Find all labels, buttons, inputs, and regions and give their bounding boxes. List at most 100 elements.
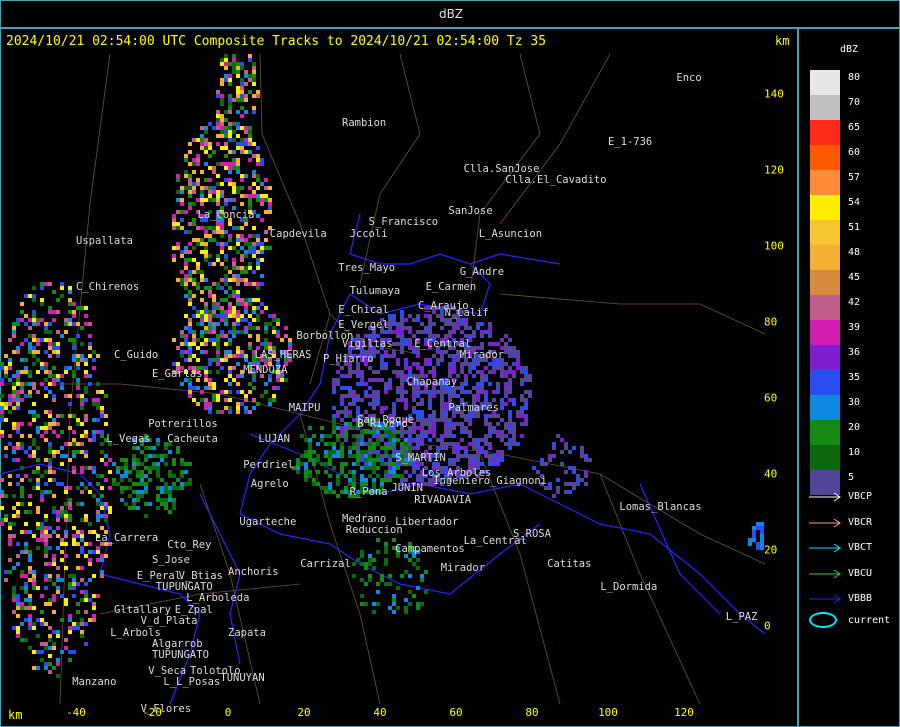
echo-pixel	[308, 474, 312, 478]
echo-pixel	[284, 378, 288, 382]
echo-pixel	[180, 218, 184, 222]
echo-pixel	[236, 74, 240, 78]
echo-pixel	[56, 630, 60, 634]
echo-pixel	[348, 410, 352, 414]
echo-pixel	[376, 550, 380, 554]
echo-pixel	[68, 582, 72, 586]
echo-pixel	[32, 582, 36, 586]
echo-pixel	[176, 346, 180, 350]
place-label: E_1-736	[608, 136, 653, 149]
echo-pixel	[88, 382, 92, 386]
echo-pixel	[420, 410, 424, 414]
legend-swatch	[810, 170, 840, 195]
echo-pixel	[224, 146, 228, 150]
echo-pixel	[440, 354, 444, 358]
echo-pixel	[492, 366, 496, 370]
echo-pixel	[80, 546, 84, 550]
echo-pixel	[500, 366, 504, 370]
echo-pixel	[368, 386, 372, 390]
echo-pixel	[52, 598, 56, 602]
composite-tracks-header: 2024/10/21 02:54:00 UTC Composite Tracks…	[6, 34, 547, 49]
echo-pixel	[88, 346, 92, 350]
echo-pixel	[92, 430, 96, 434]
echo-pixel	[92, 602, 96, 606]
echo-pixel	[48, 342, 52, 346]
echo-pixel	[516, 410, 520, 414]
echo-pixel	[244, 242, 248, 246]
echo-pixel	[416, 466, 420, 470]
echo-pixel	[212, 322, 216, 326]
echo-pixel	[272, 386, 276, 390]
echo-pixel	[460, 390, 464, 394]
echo-pixel	[200, 194, 204, 198]
echo-pixel	[228, 106, 232, 110]
echo-pixel	[188, 294, 192, 298]
echo-pixel	[440, 314, 444, 318]
echo-pixel	[304, 466, 308, 470]
echo-pixel	[48, 574, 52, 578]
echo-pixel	[524, 398, 528, 402]
legend-title: dBZ	[840, 44, 859, 55]
echo-pixel	[440, 418, 444, 422]
echo-pixel	[44, 574, 48, 578]
echo-pixel	[444, 430, 448, 434]
place-label: RIVADAVIA	[414, 493, 472, 506]
echo-pixel	[4, 570, 8, 574]
echo-pixel	[448, 442, 452, 446]
echo-pixel	[340, 426, 344, 430]
echo-pixel	[220, 78, 224, 82]
echo-pixel	[404, 406, 408, 410]
echo-pixel	[436, 350, 440, 354]
echo-pixel	[384, 446, 388, 450]
echo-pixel	[348, 370, 352, 374]
echo-pixel	[164, 502, 168, 506]
echo-pixel	[36, 430, 40, 434]
echo-pixel	[444, 426, 448, 430]
echo-pixel	[112, 478, 116, 482]
echo-pixel	[200, 310, 204, 314]
echo-pixel	[220, 102, 224, 106]
echo-pixel	[36, 526, 40, 530]
echo-pixel	[44, 282, 48, 286]
echo-pixel	[384, 434, 388, 438]
echo-pixel	[396, 326, 400, 330]
echo-pixel	[48, 670, 52, 674]
echo-pixel	[412, 394, 416, 398]
echo-pixel	[432, 322, 436, 326]
echo-pixel	[16, 514, 20, 518]
legend-swatch	[810, 220, 840, 245]
echo-pixel	[120, 486, 124, 490]
echo-pixel	[256, 266, 260, 270]
echo-pixel	[276, 334, 280, 338]
echo-pixel	[256, 158, 260, 162]
echo-pixel	[16, 634, 20, 638]
echo-pixel	[56, 546, 60, 550]
echo-pixel	[248, 322, 252, 326]
echo-pixel	[256, 242, 260, 246]
echo-pixel	[476, 450, 480, 454]
echo-pixel	[384, 562, 388, 566]
echo-pixel	[180, 254, 184, 258]
echo-pixel	[184, 326, 188, 330]
echo-pixel	[228, 390, 232, 394]
echo-pixel	[500, 418, 504, 422]
echo-pixel	[296, 462, 300, 466]
echo-pixel	[172, 502, 176, 506]
echo-pixel	[88, 482, 92, 486]
echo-pixel	[568, 466, 572, 470]
echo-pixel	[100, 474, 104, 478]
track-label: VBCT	[848, 542, 873, 553]
echo-pixel	[296, 470, 300, 474]
echo-pixel	[352, 398, 356, 402]
echo-pixel	[52, 342, 56, 346]
echo-pixel	[236, 322, 240, 326]
echo-pixel	[428, 422, 432, 426]
echo-pixel	[40, 434, 44, 438]
echo-pixel	[240, 106, 244, 110]
echo-pixel	[236, 302, 240, 306]
echo-pixel	[424, 326, 428, 330]
echo-pixel	[48, 578, 52, 582]
current-label: current	[848, 615, 891, 626]
echo-pixel	[304, 450, 308, 454]
echo-pixel	[184, 266, 188, 270]
